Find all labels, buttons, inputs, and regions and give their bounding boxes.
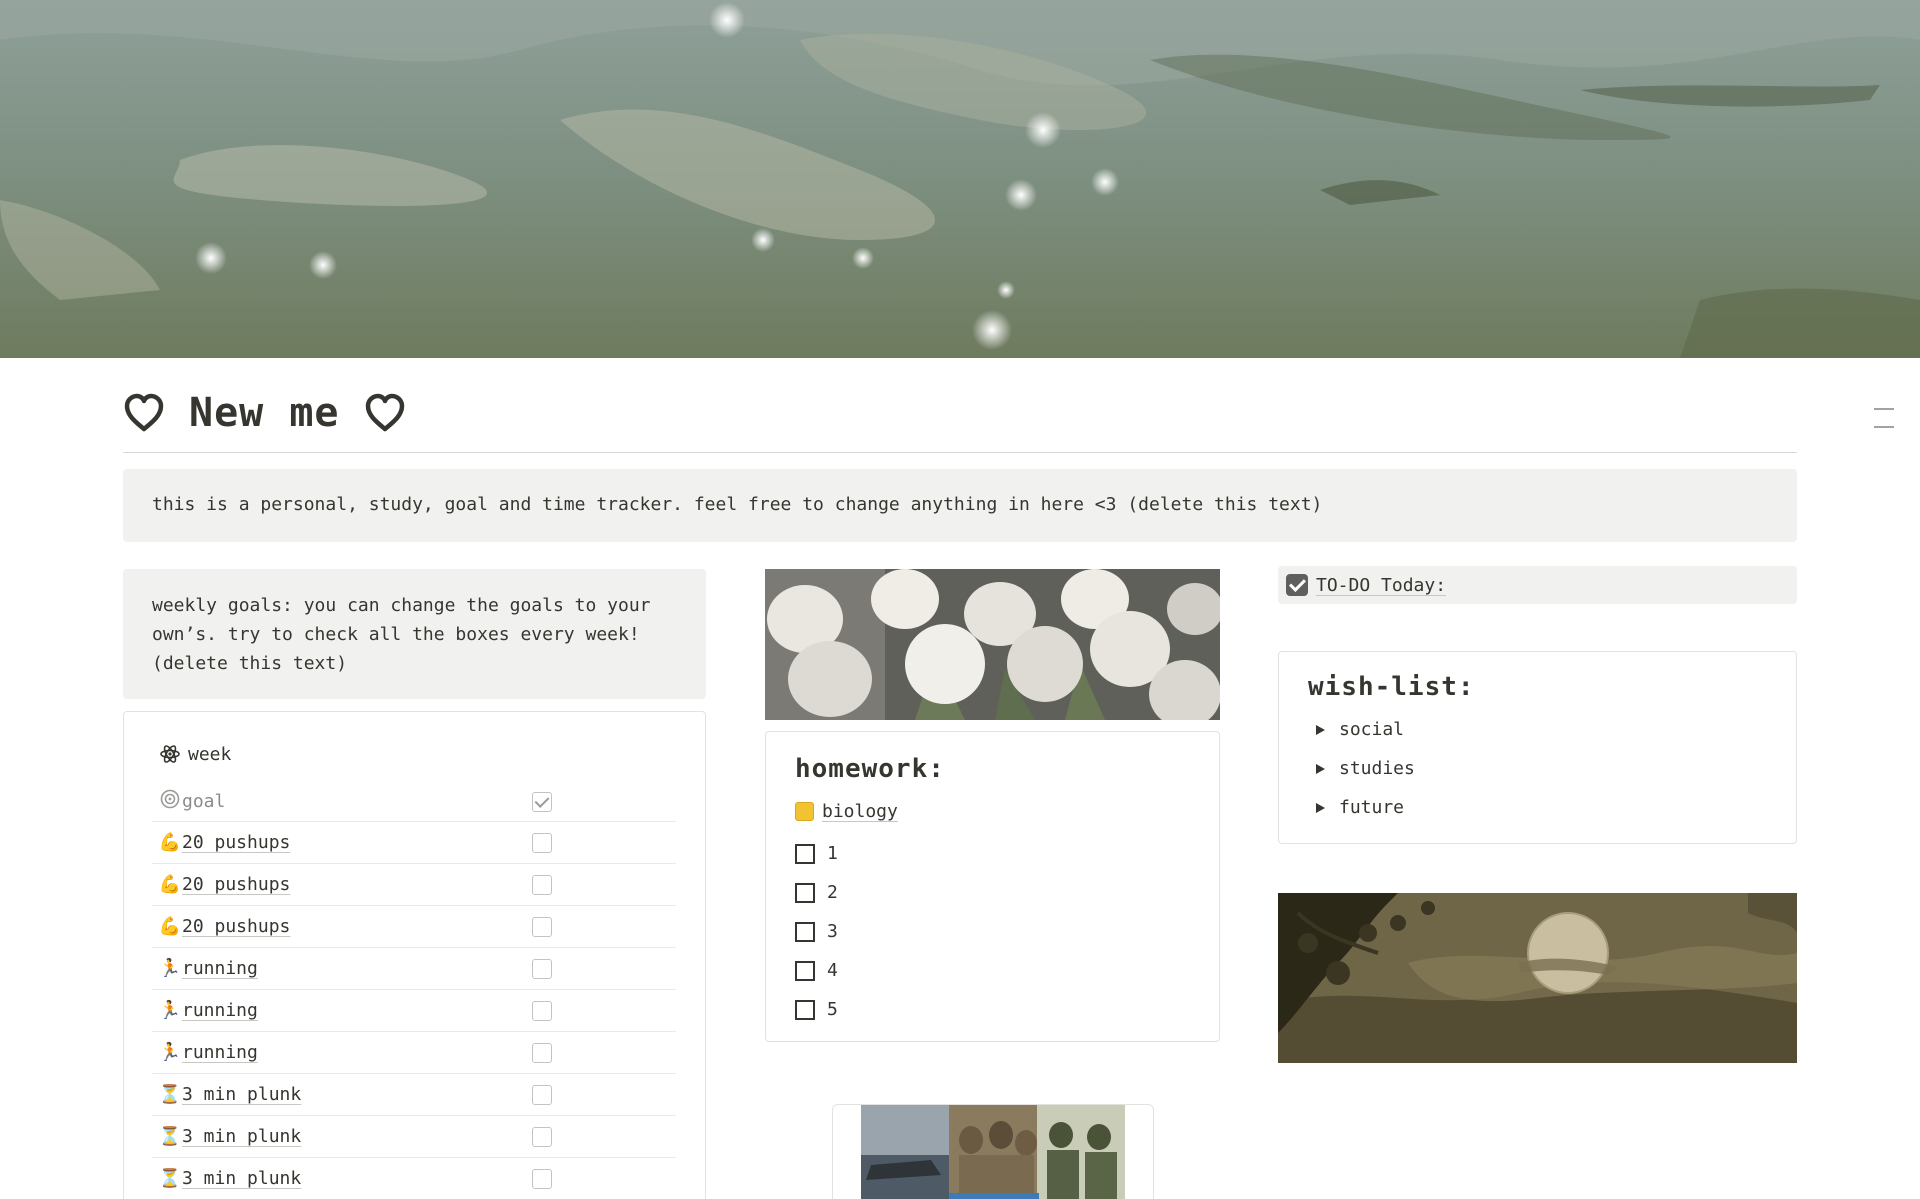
page-title-row: New me [123, 388, 406, 438]
table-row[interactable]: 💪 20 pushups [152, 906, 676, 948]
intro-callout[interactable]: this is a personal, study, goal and time… [123, 469, 1797, 542]
flexed-bicep-icon: 💪 [158, 874, 182, 895]
notepad-icon [795, 801, 814, 821]
heart-outline-icon [365, 393, 404, 432]
toggle-studies[interactable]: studies [1308, 749, 1767, 788]
toggle-arrow-icon[interactable] [1316, 802, 1325, 813]
homework-block: homework: biology 1 2 3 4 5 [765, 731, 1220, 1042]
todo-item[interactable]: 3 [795, 912, 1190, 951]
goal-name[interactable]: 3 min plunk [182, 1126, 524, 1147]
toggle-label: future [1339, 797, 1405, 818]
toggle-arrow-icon[interactable] [1316, 763, 1325, 774]
todo-item[interactable]: 5 [795, 990, 1190, 1029]
todo-label[interactable]: 3 [827, 921, 838, 942]
weekly-goals-callout[interactable]: weekly goals: you can change the goals t… [123, 569, 706, 699]
todo-checkbox[interactable] [795, 882, 815, 903]
goal-name[interactable]: running [182, 1042, 524, 1063]
column-header-goal[interactable]: goal [182, 791, 524, 812]
todo-today-label: TO-DO Today: [1316, 574, 1447, 596]
toggle-social[interactable]: social [1308, 710, 1767, 749]
goal-name[interactable]: running [182, 958, 524, 979]
hourglass-icon: ⏳ [158, 1084, 182, 1105]
table-row[interactable]: ⏳ 3 min plunk [152, 1116, 676, 1158]
hourglass-icon: ⏳ [158, 1126, 182, 1147]
goal-checkbox[interactable] [532, 1084, 552, 1105]
table-header-row: goal [152, 782, 676, 822]
target-icon [158, 789, 182, 814]
homework-heading[interactable]: homework: [795, 754, 1190, 784]
goal-checkbox[interactable] [532, 874, 552, 895]
table-row[interactable]: 🏃 running [152, 990, 676, 1032]
goal-checkbox[interactable] [532, 1168, 552, 1189]
toggle-future[interactable]: future [1308, 788, 1767, 827]
goal-checkbox[interactable] [532, 1126, 552, 1147]
soldiers-image-card[interactable] [832, 1104, 1154, 1199]
goal-checkbox[interactable] [532, 1042, 552, 1063]
goal-name[interactable]: 3 min plunk [182, 1168, 524, 1189]
wishlist-heading[interactable]: wish-list: [1308, 672, 1767, 702]
flexed-bicep-icon: 💪 [158, 916, 182, 937]
goal-name[interactable]: 20 pushups [182, 832, 524, 853]
wishlist-block: wish-list: social studies future [1278, 651, 1797, 844]
toggle-label: social [1339, 719, 1405, 740]
flexed-bicep-icon: 💪 [158, 832, 182, 853]
goal-checkbox[interactable] [532, 916, 552, 937]
tulips-image[interactable] [765, 569, 1220, 720]
checkbox-emoji-icon [1286, 574, 1308, 596]
todo-item[interactable]: 4 [795, 951, 1190, 990]
intro-callout-text: this is a personal, study, goal and time… [152, 494, 1323, 515]
page-title[interactable]: New me [189, 390, 340, 436]
weekly-goals-database: week goal 💪 20 pushups 💪 20 pushups 💪 20… [123, 711, 706, 1199]
moon-painting-image[interactable] [1278, 893, 1797, 1063]
soldiers-image [861, 1105, 1125, 1199]
subpage-link-biology[interactable]: biology [795, 796, 1190, 826]
toggle-label: studies [1339, 758, 1415, 779]
goal-name[interactable]: 3 min plunk [182, 1084, 524, 1105]
runner-icon: 🏃 [158, 958, 182, 979]
weekly-callout-text: weekly goals: you can change the goals t… [152, 595, 651, 674]
cover-image[interactable] [0, 0, 1920, 358]
table-row[interactable]: 🏃 running [152, 1032, 676, 1074]
todo-checkbox[interactable] [795, 921, 815, 942]
todo-item[interactable]: 2 [795, 873, 1190, 912]
atom-icon [160, 745, 180, 763]
table-row[interactable]: ⏳ 3 min plunk [152, 1074, 676, 1116]
title-divider [123, 452, 1797, 453]
todo-label[interactable]: 1 [827, 843, 838, 864]
todo-checkbox[interactable] [795, 999, 815, 1020]
runner-icon: 🏃 [158, 1042, 182, 1063]
goal-table: goal 💪 20 pushups 💪 20 pushups 💪 20 push… [152, 782, 676, 1199]
todo-label[interactable]: 4 [827, 960, 838, 981]
goal-checkbox[interactable] [532, 958, 552, 979]
toggle-arrow-icon[interactable] [1316, 724, 1325, 735]
todo-today-link[interactable]: TO-DO Today: [1278, 566, 1797, 604]
goal-name[interactable]: running [182, 1000, 524, 1021]
subpage-label: biology [822, 800, 898, 822]
goal-checkbox[interactable] [532, 1000, 552, 1021]
heart-outline-icon[interactable] [123, 393, 165, 433]
table-row[interactable]: 💪 20 pushups [152, 822, 676, 864]
database-view-tab[interactable]: week [160, 740, 683, 768]
todo-checkbox[interactable] [795, 843, 815, 864]
table-row[interactable]: ⏳ 3 min plunk [152, 1158, 676, 1199]
column-header-checkbox[interactable] [532, 791, 552, 812]
runner-icon: 🏃 [158, 1000, 182, 1021]
todo-label[interactable]: 5 [827, 999, 838, 1020]
todo-label[interactable]: 2 [827, 882, 838, 903]
goal-name[interactable]: 20 pushups [182, 874, 524, 895]
goal-checkbox[interactable] [532, 832, 552, 853]
todo-item[interactable]: 1 [795, 834, 1190, 873]
table-row[interactable]: 🏃 running [152, 948, 676, 990]
table-row[interactable]: 💪 20 pushups [152, 864, 676, 906]
database-view-name: week [188, 743, 232, 765]
goal-name[interactable]: 20 pushups [182, 916, 524, 937]
table-of-contents-icon[interactable] [1874, 408, 1894, 428]
hourglass-icon: ⏳ [158, 1168, 182, 1189]
todo-checkbox[interactable] [795, 960, 815, 981]
